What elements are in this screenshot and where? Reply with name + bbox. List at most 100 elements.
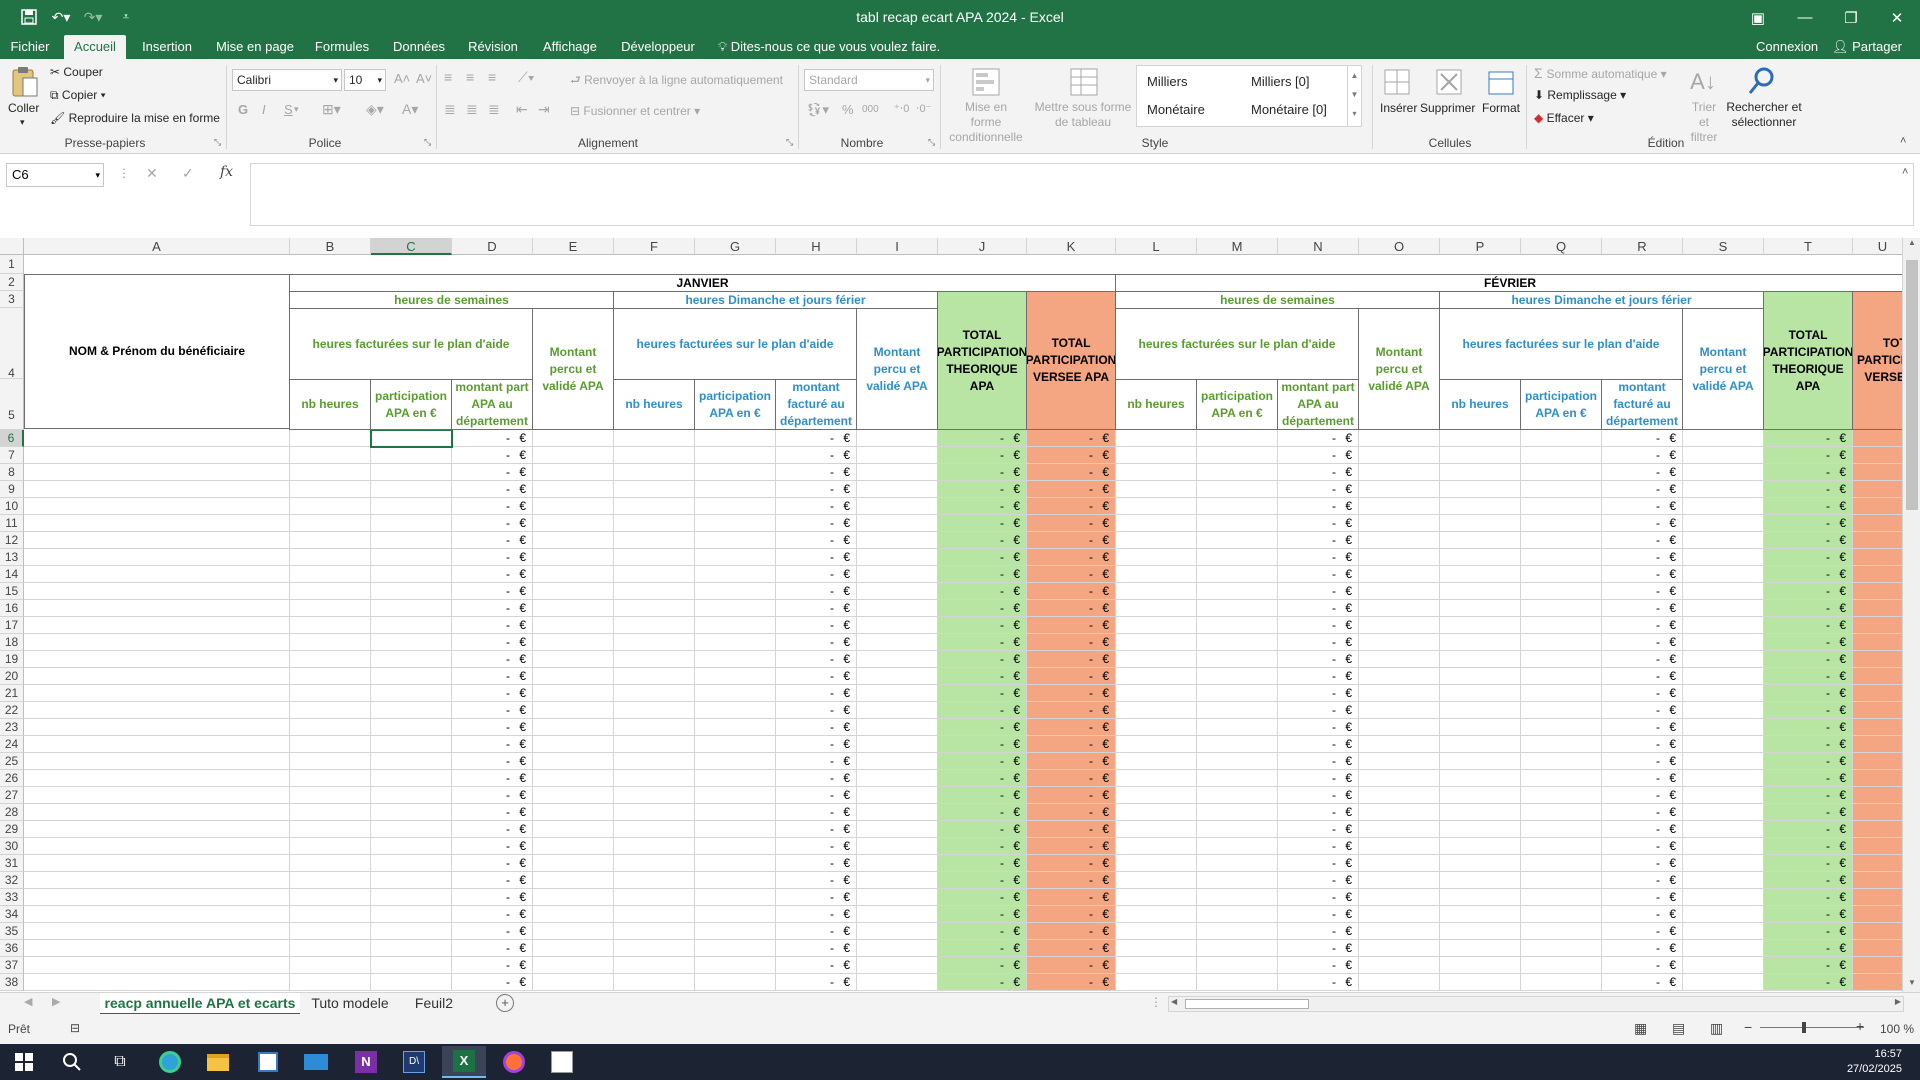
cell-m9[interactable]	[1197, 481, 1278, 498]
orientation-icon[interactable]: ⟋▾	[518, 69, 535, 86]
cell-j6[interactable]: - €	[938, 430, 1027, 447]
cell-s29[interactable]	[1683, 821, 1764, 838]
shrink-font-icon[interactable]: A˅	[416, 71, 432, 86]
bold-button[interactable]: G	[238, 102, 248, 117]
cell-d34[interactable]: - €	[452, 906, 533, 923]
cell-b22[interactable]	[290, 702, 371, 719]
cell-g24[interactable]	[695, 736, 776, 753]
cell-m38[interactable]	[1197, 974, 1278, 991]
cell-r29[interactable]: - €	[1602, 821, 1683, 838]
fill-color-icon[interactable]: ◈▾	[366, 101, 384, 118]
cell-p31[interactable]	[1440, 855, 1521, 872]
cell-p9[interactable]	[1440, 481, 1521, 498]
cell-q21[interactable]	[1521, 685, 1602, 702]
cell-o8[interactable]	[1359, 464, 1440, 481]
cell-i31[interactable]	[857, 855, 938, 872]
cell-o11[interactable]	[1359, 515, 1440, 532]
cell-b17[interactable]	[290, 617, 371, 634]
cell-q8[interactable]	[1521, 464, 1602, 481]
cell-d29[interactable]: - €	[452, 821, 533, 838]
cell-c9[interactable]	[371, 481, 452, 498]
cell-l31[interactable]	[1116, 855, 1197, 872]
cell-q7[interactable]	[1521, 447, 1602, 464]
cell-n16[interactable]: - €	[1278, 600, 1359, 617]
tab-donnees[interactable]: Données	[384, 35, 454, 59]
sort-filter-icon[interactable]: A↓	[1686, 65, 1720, 99]
row-header-15[interactable]: 15	[0, 583, 24, 600]
cell-i18[interactable]	[857, 634, 938, 651]
cell-d35[interactable]: - €	[452, 923, 533, 940]
row-header-37[interactable]: 37	[0, 957, 24, 974]
cell-k15[interactable]: - €	[1027, 583, 1116, 600]
cell-n15[interactable]: - €	[1278, 583, 1359, 600]
cell-o25[interactable]	[1359, 753, 1440, 770]
share-button[interactable]: 👤︎ Partager	[1832, 35, 1902, 59]
cell-m20[interactable]	[1197, 668, 1278, 685]
cell-m12[interactable]	[1197, 532, 1278, 549]
cell-n19[interactable]: - €	[1278, 651, 1359, 668]
cell-l15[interactable]	[1116, 583, 1197, 600]
cell-f12[interactable]	[614, 532, 695, 549]
cell-k38[interactable]: - €	[1027, 974, 1116, 991]
cell-l16[interactable]	[1116, 600, 1197, 617]
cell-q13[interactable]	[1521, 549, 1602, 566]
sheet-tab-tuto[interactable]: Tuto modele	[306, 993, 394, 1015]
cell-q17[interactable]	[1521, 617, 1602, 634]
zoom-slider[interactable]	[1760, 1027, 1864, 1028]
row-header-1[interactable]: 1	[0, 255, 24, 274]
file-explorer-icon[interactable]	[196, 1046, 240, 1078]
cell-l20[interactable]	[1116, 668, 1197, 685]
underline-button[interactable]: S	[284, 102, 293, 117]
cell-g17[interactable]	[695, 617, 776, 634]
cell-a24[interactable]	[24, 736, 290, 753]
cell-o20[interactable]	[1359, 668, 1440, 685]
cell-m26[interactable]	[1197, 770, 1278, 787]
cell-j34[interactable]: - €	[938, 906, 1027, 923]
tab-accueil[interactable]: Accueil	[64, 35, 126, 59]
clipboard-launcher-icon[interactable]: ⤡	[214, 137, 221, 148]
cell-e34[interactable]	[533, 906, 614, 923]
cell-g20[interactable]	[695, 668, 776, 685]
cell-a10[interactable]	[24, 498, 290, 515]
cell-m24[interactable]	[1197, 736, 1278, 753]
cell-d38[interactable]: - €	[452, 974, 533, 991]
cell-n27[interactable]: - €	[1278, 787, 1359, 804]
next-sheet-icon[interactable]: ▶	[52, 995, 60, 1008]
row-header-31[interactable]: 31	[0, 855, 24, 872]
cell-e32[interactable]	[533, 872, 614, 889]
cell-q31[interactable]	[1521, 855, 1602, 872]
cell-j10[interactable]: - €	[938, 498, 1027, 515]
cell-p13[interactable]	[1440, 549, 1521, 566]
cell-o21[interactable]	[1359, 685, 1440, 702]
cell-l14[interactable]	[1116, 566, 1197, 583]
cell-g28[interactable]	[695, 804, 776, 821]
cell-j23[interactable]: - €	[938, 719, 1027, 736]
row-header-34[interactable]: 34	[0, 906, 24, 923]
connexion-link[interactable]: Connexion	[1756, 35, 1818, 59]
cell-p20[interactable]	[1440, 668, 1521, 685]
cell-d22[interactable]: - €	[452, 702, 533, 719]
cell-n32[interactable]: - €	[1278, 872, 1359, 889]
cell-o37[interactable]	[1359, 957, 1440, 974]
cell-o28[interactable]	[1359, 804, 1440, 821]
cell-t30[interactable]: - €	[1764, 838, 1853, 855]
cell-o38[interactable]	[1359, 974, 1440, 991]
cell-h27[interactable]: - €	[776, 787, 857, 804]
cell-i19[interactable]	[857, 651, 938, 668]
maximize-icon[interactable]: ❐	[1828, 0, 1874, 35]
cell-l19[interactable]	[1116, 651, 1197, 668]
row-header-13[interactable]: 13	[0, 549, 24, 566]
row-header-8[interactable]: 8	[0, 464, 24, 481]
cell-h9[interactable]: - €	[776, 481, 857, 498]
cell-t13[interactable]: - €	[1764, 549, 1853, 566]
cell-c23[interactable]	[371, 719, 452, 736]
cell-d8[interactable]: - €	[452, 464, 533, 481]
cell-s6[interactable]	[1683, 430, 1764, 447]
cell-p15[interactable]	[1440, 583, 1521, 600]
cell-g10[interactable]	[695, 498, 776, 515]
clear-button[interactable]: ◆ Effacer ▾	[1534, 111, 1594, 125]
cell-t22[interactable]: - €	[1764, 702, 1853, 719]
row-header-14[interactable]: 14	[0, 566, 24, 583]
column-header-g[interactable]: G	[695, 238, 776, 255]
cell-e36[interactable]	[533, 940, 614, 957]
